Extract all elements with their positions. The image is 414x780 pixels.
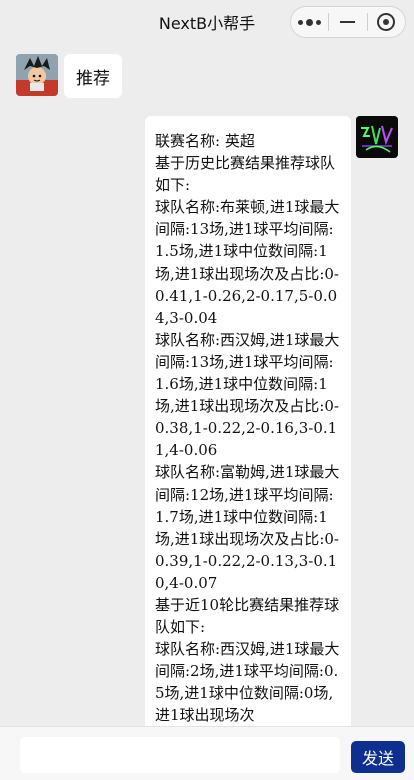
close-circle-icon (377, 13, 396, 31)
more-dots-icon (298, 18, 322, 26)
message-text: 推荐 (76, 68, 110, 89)
cartoon-boy-avatar[interactable] (16, 54, 58, 96)
minimize-button[interactable] (329, 7, 366, 37)
neon-logo-avatar[interactable] (356, 116, 398, 158)
message-bubble: 联赛名称: 英超 基于历史比赛结果推荐球队如下: 球队名称:布莱顿,进1球最大间… (145, 116, 351, 726)
title-bar: NextB小帮手 (0, 0, 414, 44)
window-title: NextB小帮手 (158, 14, 256, 33)
send-button[interactable]: 发送 (351, 741, 405, 773)
close-button[interactable] (368, 7, 405, 37)
more-button[interactable] (291, 7, 328, 37)
message-input[interactable] (20, 737, 340, 773)
message-text: 联赛名称: 英超 基于历史比赛结果推荐球队如下: 球队名称:布莱顿,进1球最大间… (155, 132, 340, 725)
composer-bar: 发送 (0, 726, 414, 780)
message-bubble: 推荐 (64, 54, 122, 98)
menu-capsule (290, 6, 406, 38)
minimize-icon (340, 21, 356, 23)
chat-area[interactable]: 推荐 联赛名称: 英超 基于历史比赛结果推荐球队如下: 球队名称:布莱顿,进1球… (0, 44, 414, 726)
